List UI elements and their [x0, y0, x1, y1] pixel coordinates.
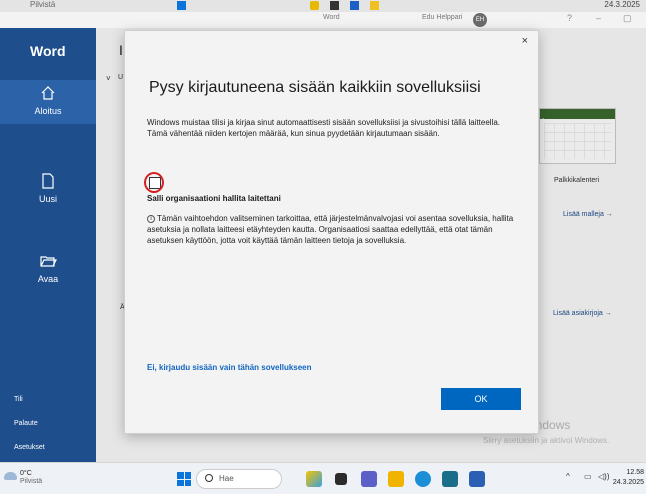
windows-taskbar: 0°C Pilvistä Hae ^ ▭ ◁)) 12.58 24.3.2025	[0, 462, 646, 494]
previous-window-strip: Pilvistä 24.3.2025	[0, 0, 646, 12]
dialog-description: Windows muistaa tilisi ja kirjaa sinut a…	[147, 118, 501, 138]
clock-time: 12.58	[626, 469, 644, 476]
nav-item-open[interactable]: Avaa	[0, 248, 96, 292]
info-note: i Tämän vaihtoehdon valitseminen tarkoitt…	[147, 213, 515, 246]
app-icon	[310, 1, 319, 10]
nav-item-home[interactable]: Aloitus	[0, 80, 96, 124]
windows-start-icon[interactable]	[177, 472, 191, 486]
avatar[interactable]: EH	[473, 13, 487, 27]
strip-right-text: 24.3.2025	[604, 0, 640, 9]
restore-button[interactable]: ▢	[623, 13, 632, 24]
stay-signed-in-dialog: × Pysy kirjautuneena sisään kaikkiin sov…	[124, 30, 539, 434]
search-placeholder: Hae	[219, 474, 234, 483]
clock-date: 24.3.2025	[612, 479, 644, 486]
search-icon	[205, 474, 213, 482]
taskbar-clock[interactable]: 12.58 24.3.2025	[613, 468, 644, 488]
nav-item-feedback[interactable]: Palaute	[14, 420, 38, 427]
nav-item-label: Aloitus	[34, 106, 62, 116]
start-icon	[177, 1, 186, 10]
network-icon[interactable]: ▭	[584, 472, 592, 481]
app-icon	[330, 1, 339, 10]
nav-item-label: Avaa	[37, 274, 59, 284]
new-document-icon	[42, 173, 54, 189]
task-view-icon[interactable]	[335, 473, 347, 485]
edge-browser-icon[interactable]	[415, 471, 431, 487]
nav-item-account[interactable]: Tili	[14, 396, 23, 403]
weather-temperature: 0°C	[20, 470, 32, 477]
info-text: Tämän vaihtoehdon valitseminen tarkoitta…	[147, 214, 514, 245]
dialog-title: Pysy kirjautuneena sisään kaikkiin sovel…	[149, 79, 481, 96]
checkbox-label[interactable]: Salli organisaationi hallita laitettani	[147, 194, 281, 203]
weather-description: Pilvistä	[20, 478, 43, 485]
word-title-bar: Word Edu Helppari EH ? – ▢	[0, 12, 646, 28]
nav-item-options[interactable]: Asetukset	[14, 444, 45, 451]
close-button[interactable]: ×	[522, 35, 528, 47]
teams-icon[interactable]	[361, 471, 377, 487]
app-name: Word	[30, 43, 66, 59]
nav-item-label: Uusi	[38, 194, 57, 204]
store-icon[interactable]	[442, 471, 458, 487]
strip-left-text: Pilvistä	[30, 0, 56, 9]
taskbar-search[interactable]: Hae	[196, 469, 282, 489]
folder-open-icon	[40, 256, 57, 267]
word-taskbar-icon[interactable]	[469, 471, 485, 487]
cloud-icon	[4, 472, 17, 480]
nav-item-new[interactable]: Uusi	[0, 168, 96, 212]
sign-in-this-app-only-link[interactable]: Ei, kirjaudu sisään vain tähän sovelluks…	[147, 363, 312, 372]
info-icon: i	[147, 214, 155, 223]
file-explorer-icon[interactable]	[388, 471, 404, 487]
minimize-button[interactable]: –	[596, 13, 601, 23]
account-name[interactable]: Edu Helppari	[422, 14, 462, 21]
document-title: Word	[323, 14, 340, 21]
folder-icon	[370, 1, 379, 10]
word-left-nav: Word Aloitus Uusi Avaa Tili Palaute Aset…	[0, 28, 96, 462]
highlight-annotation-circle	[144, 172, 164, 193]
ok-button[interactable]: OK	[441, 388, 521, 410]
tray-chevron-icon[interactable]: ^	[566, 472, 570, 481]
home-icon	[41, 86, 55, 100]
help-icon[interactable]: ?	[567, 13, 572, 23]
volume-icon[interactable]: ◁))	[598, 472, 609, 481]
app-icon	[350, 1, 359, 10]
widgets-icon[interactable]	[306, 471, 322, 487]
weather-widget[interactable]: 0°C Pilvistä	[20, 470, 42, 486]
